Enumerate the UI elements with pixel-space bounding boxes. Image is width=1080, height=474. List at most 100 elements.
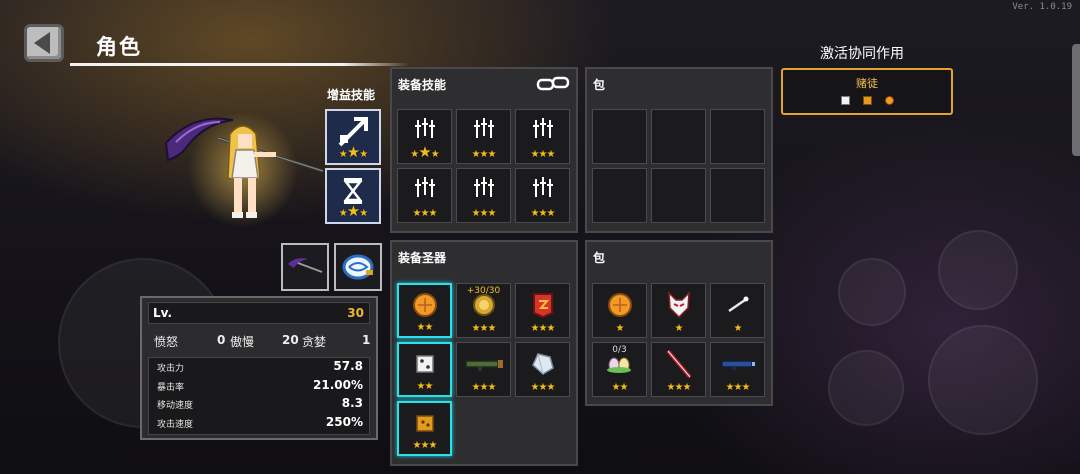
bag-empty-slot[interactable]: [651, 168, 706, 223]
page-title: 角色: [96, 35, 142, 59]
weapon-slot-1[interactable]: [281, 243, 329, 291]
skill-slot-2[interactable]: ★★★: [456, 109, 511, 164]
bag-item-slot-5[interactable]: ★★★: [651, 342, 706, 397]
stat-value: 21.00%: [313, 377, 363, 392]
chain-link-icon[interactable]: [536, 75, 570, 93]
star-rating: ★★★: [412, 208, 438, 219]
star-rating: ★: [733, 323, 743, 334]
stats-row: 攻击速度 250%: [149, 414, 369, 433]
bag-empty-slot[interactable]: [592, 109, 647, 164]
title-divider: [70, 63, 410, 66]
relic-slot-4[interactable]: ★★: [397, 342, 452, 397]
synergy-title: 激活协同作用: [820, 46, 904, 62]
star-rating: ★★★: [471, 208, 497, 219]
bag-item-slot-4[interactable]: 0/3 ★★: [592, 342, 647, 397]
stat-key: 攻击速度: [157, 419, 194, 430]
star-rating: ★★★: [530, 149, 556, 160]
star-rating: ★★★: [338, 202, 368, 220]
stat-value: 250%: [325, 414, 363, 429]
stats-row: 攻击力 57.8: [149, 358, 369, 377]
star-rating: ★★★: [471, 382, 497, 393]
sword-rain-icon: [469, 175, 499, 209]
bg-dash-button-ghost: [838, 258, 906, 326]
bag-empty-slot[interactable]: [651, 109, 706, 164]
attribute-value: 1: [362, 333, 371, 347]
cyclone-icon: [342, 254, 374, 280]
relic-slot-6[interactable]: ★★★: [515, 342, 570, 397]
equip-relics-title: 装备圣器: [398, 251, 447, 265]
eggs-icon: [605, 353, 635, 379]
level-row: Lv. 30: [148, 302, 370, 324]
skill-slot-6[interactable]: ★★★: [515, 168, 570, 223]
relic-slot-2[interactable]: +30/30 ★★★: [456, 283, 511, 338]
orange-orb-icon: [884, 96, 894, 105]
bag-empty-slot[interactable]: [710, 168, 765, 223]
skill-slot-3[interactable]: ★★★: [515, 109, 570, 164]
star-rating: ★★★: [666, 382, 692, 393]
bazooka-icon: [464, 356, 504, 376]
relic-slot-5[interactable]: ★★★: [456, 342, 511, 397]
star-rating: ★★: [416, 381, 434, 392]
orange-orb-icon: [411, 291, 439, 323]
bag-top-title: 包: [593, 78, 606, 92]
star-rating: ★★: [611, 382, 629, 393]
skill-slot-4[interactable]: ★★★: [397, 168, 452, 223]
level-label: Lv.: [153, 306, 173, 320]
attribute-value: 20: [282, 333, 299, 347]
bag-item-slot-1[interactable]: ★: [592, 283, 647, 338]
bag-item-slot-3[interactable]: ★: [710, 283, 765, 338]
back-button[interactable]: [24, 24, 64, 62]
bag-empty-slot[interactable]: [710, 109, 765, 164]
relic-slot-1[interactable]: ★★: [397, 283, 452, 338]
slot-count-label: +30/30: [466, 286, 501, 296]
bg-skill-button-ghost: [938, 230, 1018, 310]
blue-gun-icon: [720, 356, 756, 375]
skill-slot-5[interactable]: ★★★: [456, 168, 511, 223]
scythe-icon: [288, 258, 323, 273]
dice-icon: [840, 96, 850, 105]
attribute-row: 愤怒 0 傲慢 20 贪婪 1: [154, 333, 371, 349]
gold-box-icon: [862, 96, 872, 105]
scrollbar[interactable]: [1072, 44, 1080, 156]
bag-item-slot-6[interactable]: ★★★: [710, 342, 765, 397]
stat-value: 8.3: [341, 396, 363, 410]
attribute-name: 贪婪: [302, 335, 327, 349]
sword-rain-icon: [410, 175, 440, 209]
bag-empty-slot[interactable]: [592, 168, 647, 223]
stats-row: 移动速度 8.3: [149, 395, 369, 414]
buff-skill-slot-2[interactable]: ★★★: [325, 168, 381, 224]
stat-key: 攻击力: [157, 364, 185, 374]
attribute-name: 愤怒: [154, 335, 179, 349]
stats-panel: Lv. 30 愤怒 0 傲慢 20 贪婪 1 攻击力 57.8 暴击率 21.0…: [140, 296, 378, 440]
star-rating: ★★★: [471, 323, 497, 334]
red-banner-icon: [530, 291, 556, 323]
bg-chat-button-ghost: [928, 325, 1038, 435]
star-rating: ★★★: [530, 208, 556, 219]
slot-count-label: 0/3: [612, 345, 627, 355]
weapon-slot-2[interactable]: [334, 243, 382, 291]
level-value: 30: [347, 306, 364, 320]
relic-slot-7[interactable]: ★★★: [397, 401, 452, 456]
gold-box-icon: [414, 412, 436, 438]
version-label: Ver. 1.0.19: [1012, 2, 1072, 12]
synergy-card[interactable]: 赌徒: [781, 68, 953, 115]
gold-medal-icon: [471, 292, 497, 322]
buff-skills-label: 增益技能: [327, 88, 376, 102]
attribute-name: 傲慢: [230, 335, 255, 349]
synergy-name: 赌徒: [856, 77, 878, 90]
star-rating: ★★: [416, 322, 434, 333]
star-rating: ★★★: [530, 382, 556, 393]
star-rating: ★★★: [530, 323, 556, 334]
dice-icon: [414, 353, 436, 379]
skill-slot-1[interactable]: ★★★: [397, 109, 452, 164]
buff-skill-slot-1[interactable]: ★★★: [325, 109, 381, 165]
star-rating: ★: [674, 323, 684, 334]
star-rating: ★★★: [410, 143, 439, 161]
relic-slot-3[interactable]: ★★★: [515, 283, 570, 338]
orange-orb-icon: [606, 291, 634, 323]
bag-item-slot-2[interactable]: ★: [651, 283, 706, 338]
sword-rain-icon: [469, 116, 499, 150]
character-sprite: [164, 112, 324, 228]
fox-mask-icon: [664, 290, 694, 324]
star-rating: ★★★: [471, 149, 497, 160]
